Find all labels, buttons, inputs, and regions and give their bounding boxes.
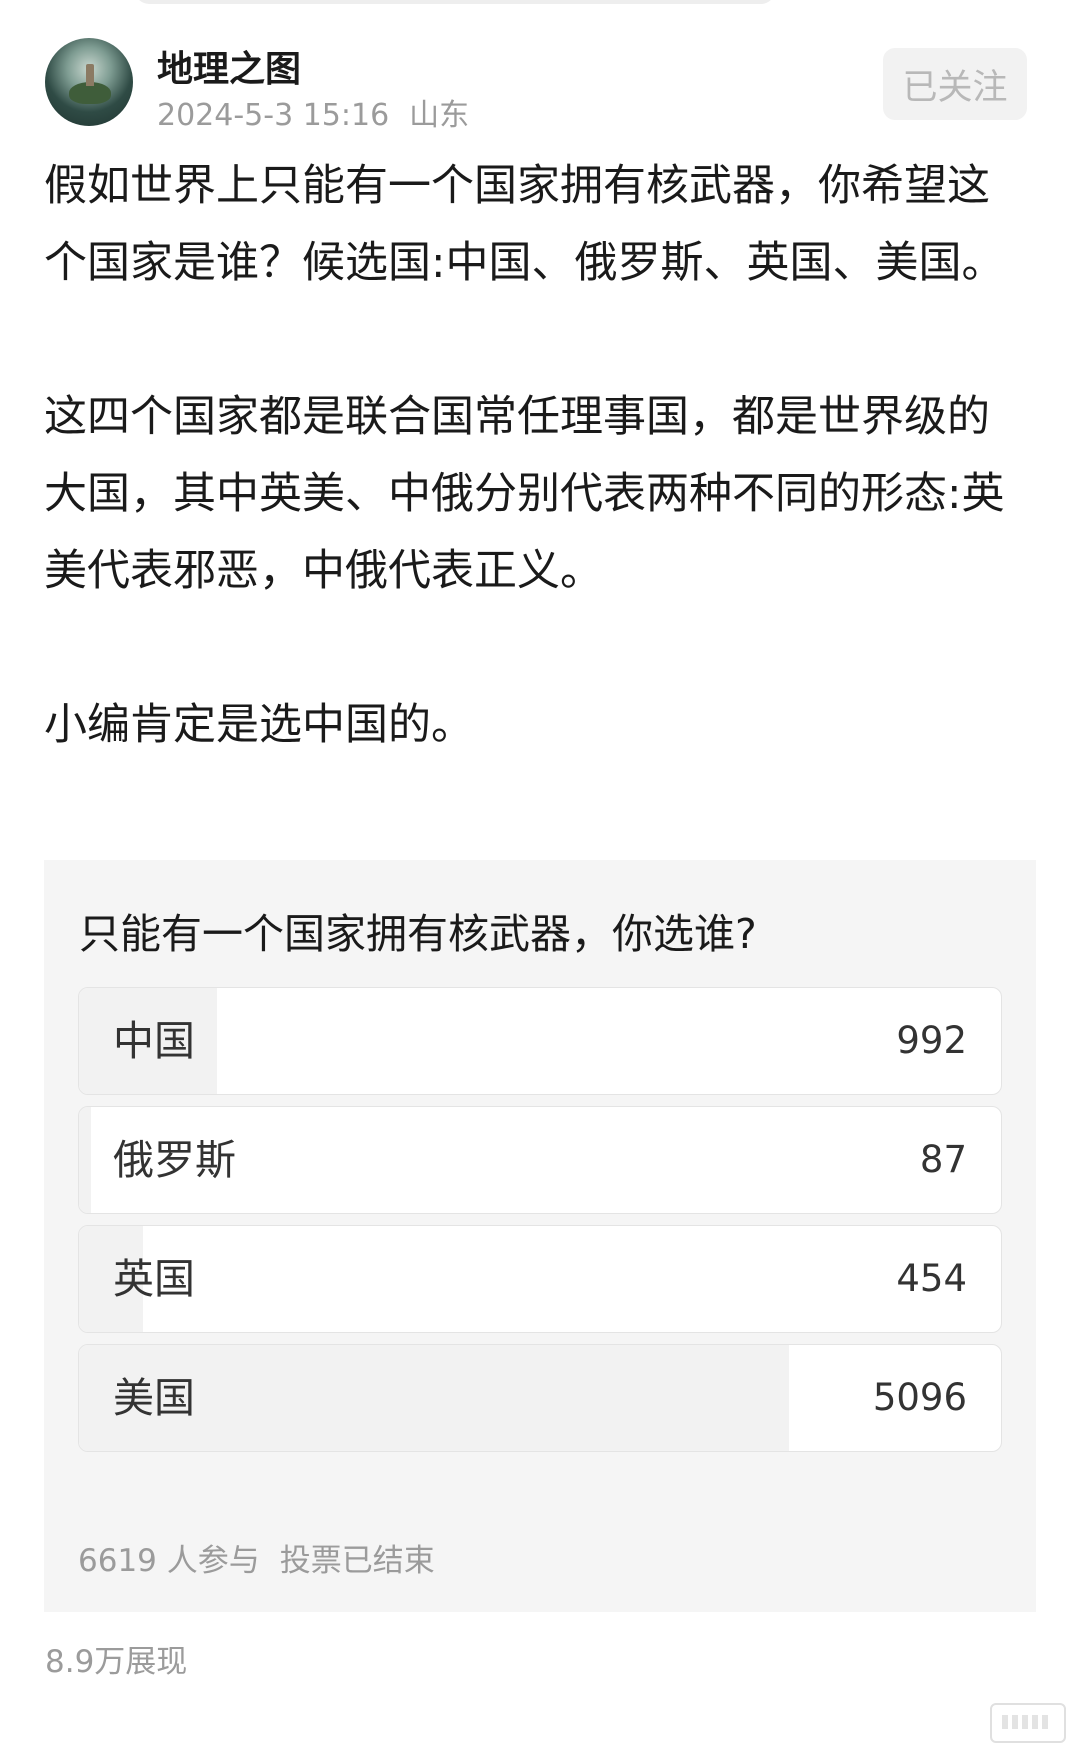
- poll-option-fill: [79, 1107, 91, 1213]
- poll-option-label: 英国: [113, 1255, 195, 1303]
- poll-option-russia[interactable]: 俄罗斯 87: [78, 1106, 1002, 1214]
- follow-button[interactable]: 已关注: [883, 48, 1027, 120]
- weibo-watermark-icon: [990, 1703, 1066, 1743]
- post-location: 山东: [409, 98, 470, 133]
- post-paragraph: 这四个国家都是联合国常任理事国，都是世界级的大国，其中英美、中俄分别代表两种不同…: [44, 392, 1005, 596]
- poll-option-count: 992: [896, 1019, 967, 1062]
- avatar[interactable]: [45, 38, 133, 126]
- poll-option-count: 87: [919, 1138, 967, 1181]
- poll-question: 只能有一个国家拥有核武器，你选谁?: [79, 910, 757, 958]
- view-count: 8.9万展现: [45, 1644, 188, 1680]
- poll-option-china[interactable]: 中国 992: [78, 987, 1002, 1095]
- poll-status: 投票已结束: [279, 1543, 435, 1579]
- post-timestamp: 2024-5-3 15:16: [157, 98, 390, 133]
- poll-footer: 6619 人参与 投票已结束: [78, 1535, 435, 1580]
- post-header: 地理之图 2024-5-3 15:16 山东 已关注: [45, 38, 1035, 133]
- poll-option-label: 俄罗斯: [113, 1136, 236, 1184]
- poll-option-usa[interactable]: 美国 5096: [78, 1344, 1002, 1452]
- poll-option-label: 中国: [113, 1017, 195, 1065]
- poll-participants: 6619 人参与: [78, 1543, 260, 1579]
- poll-card: 只能有一个国家拥有核武器，你选谁? 中国 992 俄罗斯 87 英国 454 美…: [44, 860, 1036, 1612]
- poll-option-uk[interactable]: 英国 454: [78, 1225, 1002, 1333]
- post-meta: 2024-5-3 15:16 山东: [157, 90, 469, 134]
- post-paragraph: 假如世界上只能有一个国家拥有核武器，你希望这个国家是谁？候选国:中国、俄罗斯、英…: [44, 161, 1005, 288]
- post-body: 假如世界上只能有一个国家拥有核武器，你希望这个国家是谁？候选国:中国、俄罗斯、英…: [44, 148, 1014, 764]
- poll-option-count: 454: [896, 1257, 967, 1300]
- poll-option-label: 美国: [113, 1374, 195, 1422]
- avatar-tower-shape: [86, 64, 94, 86]
- author-name[interactable]: 地理之图: [157, 40, 301, 92]
- top-card-edge: [135, 0, 775, 4]
- poll-option-count: 5096: [872, 1376, 967, 1419]
- post-paragraph: 小编肯定是选中国的。: [44, 700, 474, 750]
